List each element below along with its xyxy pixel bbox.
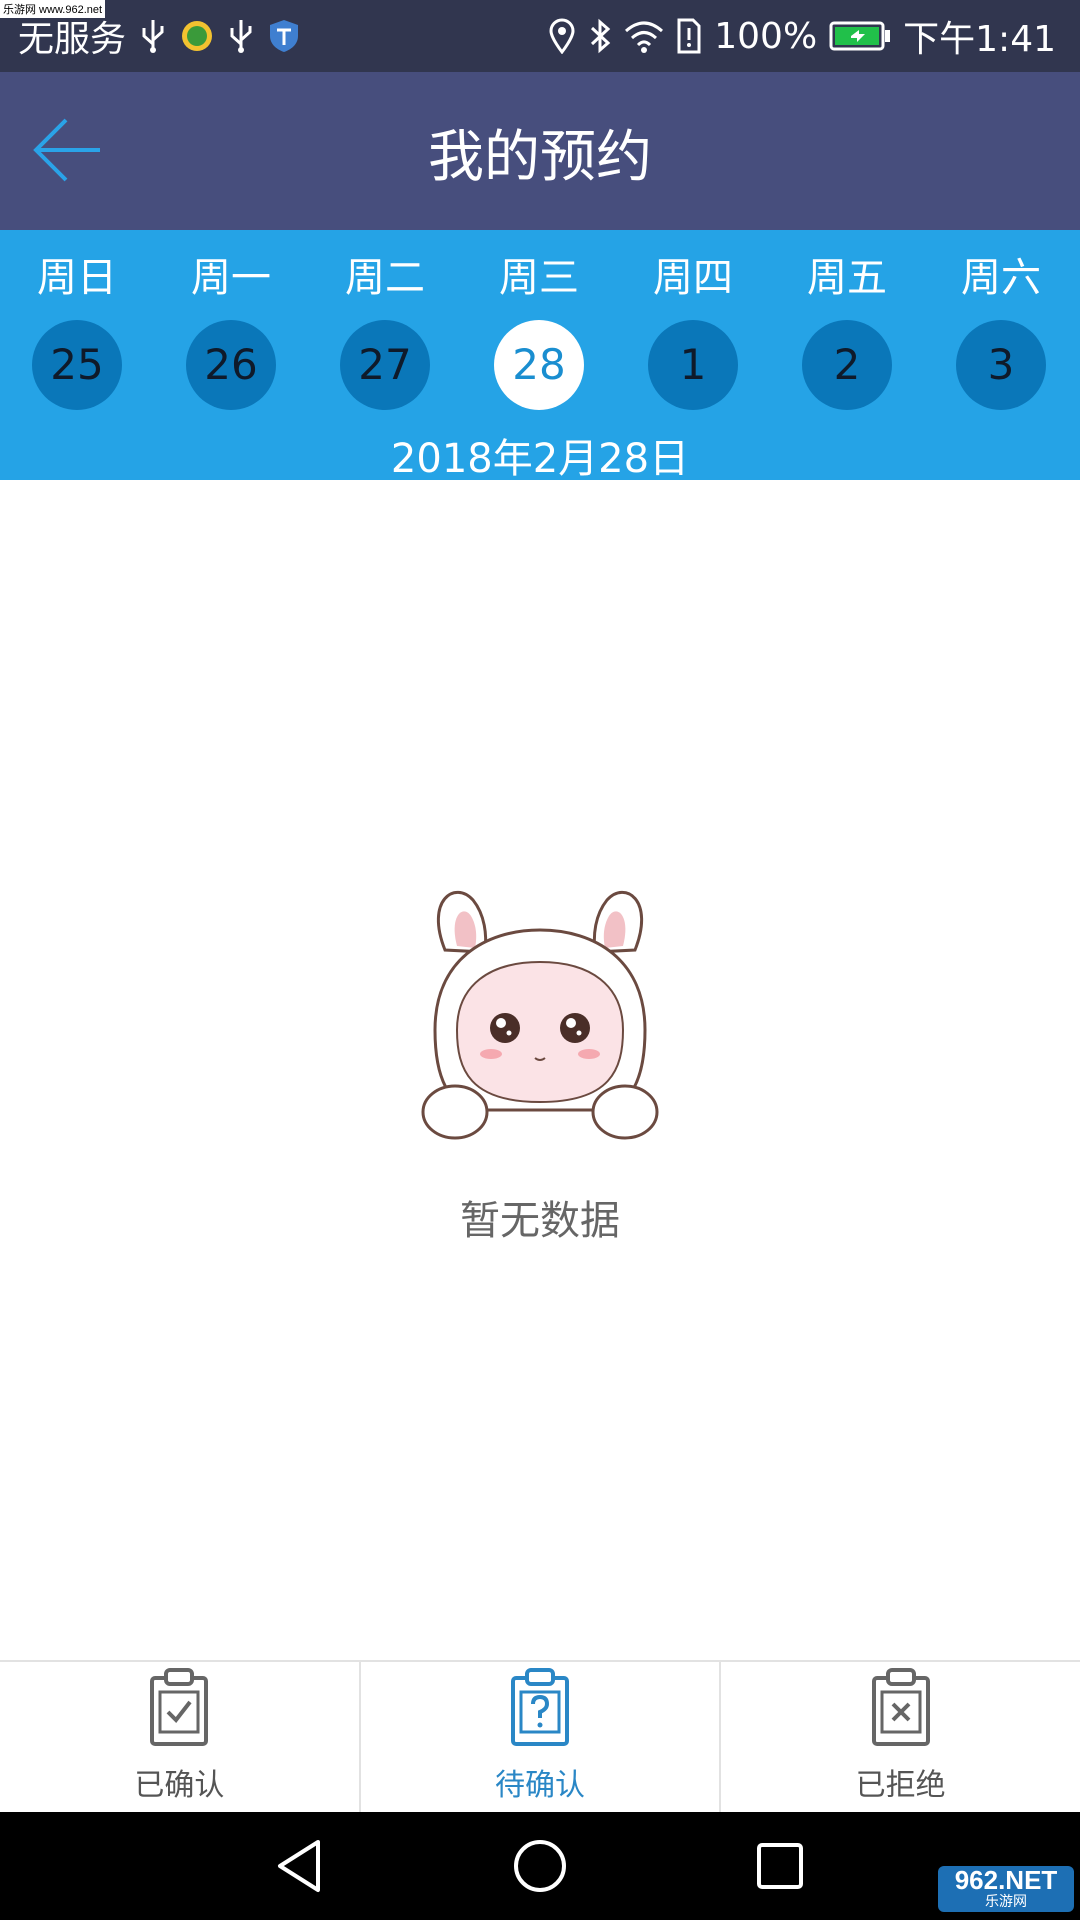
day-column-wed[interactable]: 周三 28 (462, 230, 616, 410)
day-name: 周一 (191, 255, 271, 301)
bottom-tab-bar: 已确认 待确认 已拒绝 (0, 1660, 1080, 1812)
status-bar: 无服务 100% 下午1:41 (0, 0, 1080, 72)
battery-charging-icon (829, 21, 891, 51)
tab-pending[interactable]: 待确认 (361, 1662, 722, 1812)
location-icon (549, 18, 575, 54)
day-date-button[interactable]: 26 (186, 320, 276, 410)
battery-percent: 100% (714, 15, 818, 57)
bunny-mascot-illustration (421, 890, 659, 1140)
sim-alert-icon (677, 18, 701, 54)
day-date-button[interactable]: 27 (340, 320, 430, 410)
usb-icon (142, 20, 164, 53)
system-nav-bar: 962.NET 乐游网 (0, 1812, 1080, 1920)
page-title: 我的预约 (428, 125, 652, 190)
day-date-button[interactable]: 1 (648, 320, 738, 410)
day-name: 周二 (345, 255, 425, 301)
tab-rejected[interactable]: 已拒绝 (721, 1662, 1080, 1812)
day-date-button[interactable]: 25 (32, 320, 122, 410)
clipboard-x-icon (871, 1668, 930, 1746)
tab-label: 已确认 (134, 1768, 225, 1803)
empty-state: 暂无数据 (0, 880, 1080, 1246)
day-date-button-selected[interactable]: 28 (494, 320, 584, 410)
day-column-fri[interactable]: 周五 2 (770, 230, 924, 410)
app-notification-icon (182, 21, 213, 51)
app-header: 我的预约 (0, 72, 1080, 230)
day-name: 周三 (499, 255, 579, 301)
clock-text: 下午1:41 (903, 19, 1056, 60)
day-name: 周四 (653, 255, 733, 301)
watermark-logo: 962.NET 乐游网 (938, 1866, 1074, 1912)
clipboard-question-icon (511, 1668, 569, 1746)
wifi-icon (625, 21, 664, 53)
back-triangle-icon[interactable] (270, 1836, 330, 1896)
watermark-text: 乐游网 www.962.net (0, 0, 106, 18)
usb-icon (230, 20, 252, 53)
day-column-mon[interactable]: 周一 26 (154, 230, 308, 410)
home-circle-icon[interactable] (510, 1836, 570, 1896)
day-column-sun[interactable]: 周日 25 (0, 230, 154, 410)
tab-confirmed[interactable]: 已确认 (0, 1662, 361, 1812)
recents-square-icon[interactable] (750, 1836, 810, 1896)
week-selector: 周日 25 周一 26 周二 27 周三 28 周四 1 周五 2 周六 3 2… (0, 230, 1080, 482)
day-name: 周五 (807, 255, 887, 301)
shield-icon (270, 20, 299, 52)
day-name: 周日 (37, 255, 117, 301)
status-bar-right: 100% 下午1:41 (548, 0, 1056, 72)
day-column-sat[interactable]: 周六 3 (924, 230, 1078, 410)
watermark-sub: 乐游网 (985, 1893, 1027, 1909)
clipboard-check-icon (150, 1668, 209, 1746)
selected-date-label: 2018年2月28日 (390, 436, 690, 482)
day-column-tue[interactable]: 周二 27 (308, 230, 462, 410)
bluetooth-icon (591, 18, 611, 54)
watermark-brand: 962.NET (954, 1865, 1058, 1895)
empty-message: 暂无数据 (460, 1198, 620, 1244)
day-date-button[interactable]: 2 (802, 320, 892, 410)
tab-label: 待确认 (495, 1768, 585, 1803)
tab-label: 已拒绝 (855, 1768, 946, 1803)
day-column-thu[interactable]: 周四 1 (616, 230, 770, 410)
day-date-button[interactable]: 3 (956, 320, 1046, 410)
day-name: 周六 (961, 255, 1041, 301)
